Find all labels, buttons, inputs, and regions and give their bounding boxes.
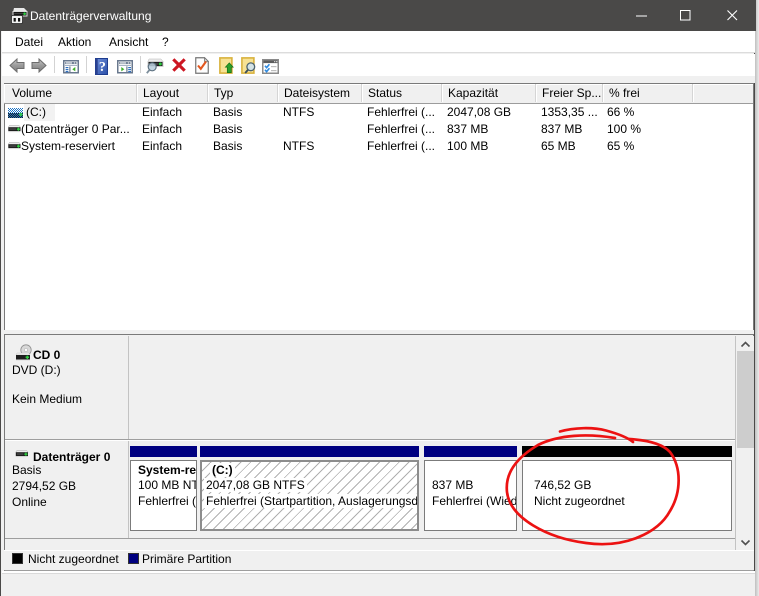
svg-text:?: ? xyxy=(99,60,106,75)
